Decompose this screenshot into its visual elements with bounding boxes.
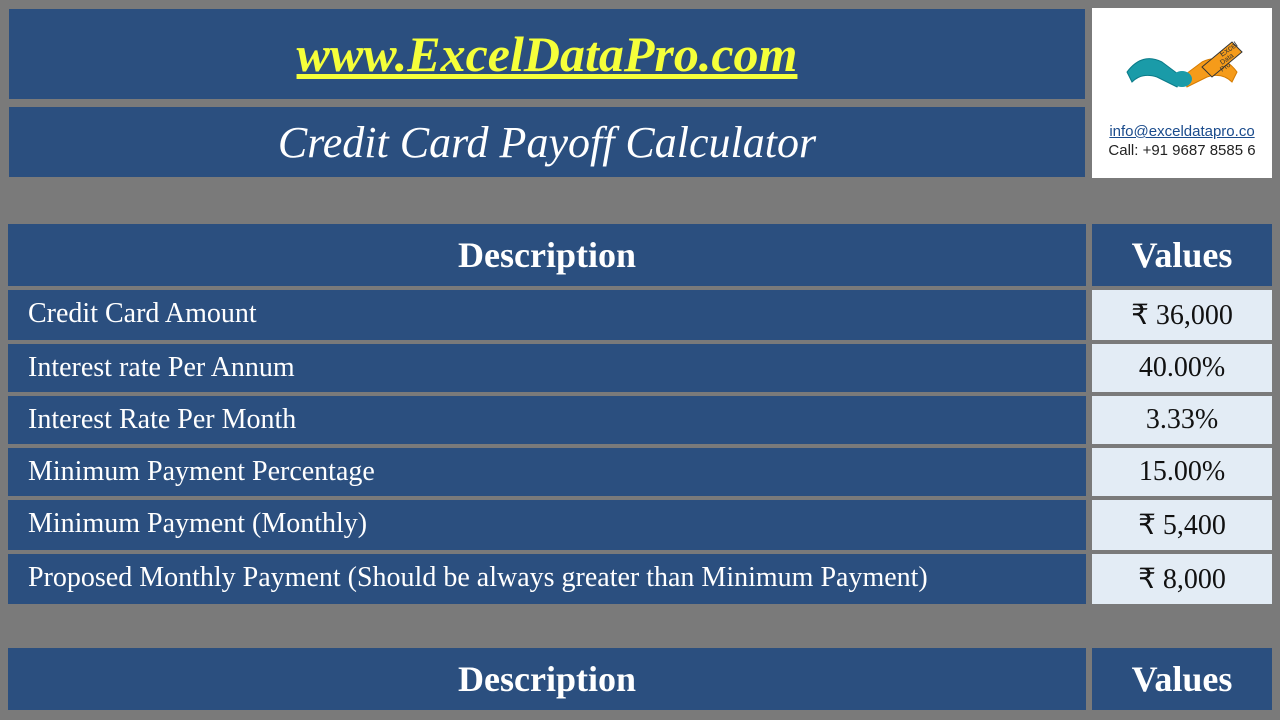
page-container: www.ExcelDataPro.com Credit Card Payoff … [0, 0, 1280, 710]
logo-contact-box: Excel Data Pro info@exceldatapro.co Call… [1092, 8, 1272, 178]
spacer-row-2 [0, 608, 1280, 648]
row-description: Proposed Monthly Payment (Should be alwa… [8, 554, 1086, 604]
table-2-values-header: Values [1092, 648, 1272, 710]
row-value: 40.00% [1092, 344, 1272, 392]
row-value: ₹ 8,000 [1092, 554, 1272, 604]
row-value: ₹ 36,000 [1092, 290, 1272, 340]
table-2-description-header: Description [8, 648, 1086, 710]
row-description: Interest Rate Per Month [8, 396, 1086, 444]
row-value: 3.33% [1092, 396, 1272, 444]
row-description: Minimum Payment Percentage [8, 448, 1086, 496]
row-description: Credit Card Amount [8, 290, 1086, 340]
table-row: Credit Card Amount ₹ 36,000 [8, 290, 1272, 340]
contact-email[interactable]: info@exceldatapro.co [1109, 123, 1254, 140]
title-box: Credit Card Payoff Calculator [8, 106, 1086, 178]
table-1-description-header: Description [8, 224, 1086, 286]
row-value: ₹ 5,400 [1092, 500, 1272, 550]
url-box: www.ExcelDataPro.com [8, 8, 1086, 100]
row-value: 15.00% [1092, 448, 1272, 496]
table-row: Interest rate Per Annum 40.00% [8, 344, 1272, 392]
table-row: Proposed Monthly Payment (Should be alwa… [8, 554, 1272, 604]
table-row: Minimum Payment (Monthly) ₹ 5,400 [8, 500, 1272, 550]
header-row: www.ExcelDataPro.com Credit Card Payoff … [8, 8, 1272, 178]
spacer-row-1 [0, 184, 1280, 224]
row-description: Interest rate Per Annum [8, 344, 1086, 392]
website-link[interactable]: www.ExcelDataPro.com [297, 25, 798, 83]
table-2-header-row: Description Values [8, 648, 1272, 710]
table-row: Interest Rate Per Month 3.33% [8, 396, 1272, 444]
table-1: Description Values Credit Card Amount ₹ … [8, 224, 1272, 604]
table-row: Minimum Payment Percentage 15.00% [8, 448, 1272, 496]
row-description: Minimum Payment (Monthly) [8, 500, 1086, 550]
table-1-values-header: Values [1092, 224, 1272, 286]
page-title: Credit Card Payoff Calculator [278, 117, 816, 168]
table-1-header-row: Description Values [8, 224, 1272, 286]
table-2: Description Values [8, 648, 1272, 710]
header-main: www.ExcelDataPro.com Credit Card Payoff … [8, 8, 1086, 178]
contact-phone: Call: +91 9687 8585 6 [1108, 142, 1255, 159]
handshake-logo-icon: Excel Data Pro [1107, 27, 1257, 117]
